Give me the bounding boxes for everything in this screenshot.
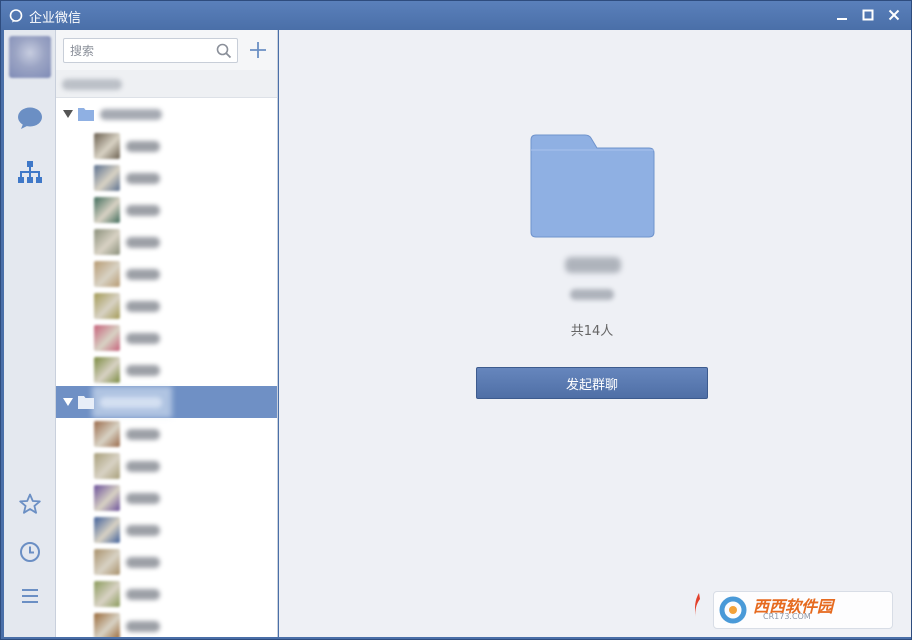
expand-arrow-icon[interactable] — [63, 110, 73, 118]
member-name-redacted — [126, 557, 160, 568]
clock-icon[interactable] — [16, 538, 44, 566]
member-name-redacted — [126, 429, 160, 440]
my-avatar[interactable] — [9, 36, 51, 78]
member-row[interactable] — [56, 194, 277, 226]
member-avatar — [94, 133, 120, 159]
department-row[interactable] — [56, 98, 277, 130]
member-avatar — [94, 197, 120, 223]
flame-icon — [695, 593, 700, 617]
member-name-redacted — [126, 493, 160, 504]
maximize-button[interactable] — [857, 5, 879, 25]
member-name-redacted — [126, 301, 160, 312]
member-row[interactable] — [56, 162, 277, 194]
member-avatar — [94, 613, 120, 637]
wecom-logo-icon — [9, 8, 23, 23]
member-row[interactable] — [56, 578, 277, 610]
department-subtitle-redacted — [570, 289, 614, 300]
member-row[interactable] — [56, 482, 277, 514]
minimize-button[interactable] — [831, 5, 853, 25]
folder-icon — [529, 134, 655, 238]
search-box — [63, 38, 238, 63]
department-title-redacted — [565, 257, 621, 273]
watermark-logo-icon — [719, 596, 747, 624]
star-icon[interactable] — [16, 490, 44, 518]
member-row[interactable] — [56, 290, 277, 322]
member-name-redacted — [126, 333, 160, 344]
folder-icon — [78, 394, 94, 409]
search-input[interactable] — [70, 42, 215, 60]
title-bar: 企业微信 — [1, 1, 911, 30]
member-avatar — [94, 165, 120, 191]
member-avatar — [94, 261, 120, 287]
member-avatar — [94, 357, 120, 383]
member-name-redacted — [126, 173, 160, 184]
watermark-domain: CR173.COM — [763, 612, 811, 621]
member-avatar — [94, 581, 120, 607]
member-name-redacted — [126, 141, 160, 152]
member-row[interactable] — [56, 258, 277, 290]
member-row[interactable] — [56, 418, 277, 450]
member-name-redacted — [126, 269, 160, 280]
search-bar — [56, 30, 277, 70]
department-name-redacted — [100, 397, 162, 408]
left-nav-rail — [4, 30, 56, 637]
department-detail: 共14人 发起群聊 西西软件园 CR173.COM — [279, 30, 911, 637]
org-icon[interactable] — [16, 158, 44, 186]
member-name-redacted — [126, 525, 160, 536]
start-group-chat-button[interactable]: 发起群聊 — [476, 367, 708, 399]
expand-arrow-icon[interactable] — [63, 398, 73, 406]
member-avatar — [94, 549, 120, 575]
company-name-redacted — [62, 79, 122, 90]
member-row[interactable] — [56, 226, 277, 258]
member-name-redacted — [126, 589, 160, 600]
contact-panel — [56, 30, 278, 637]
plus-icon — [250, 42, 266, 58]
company-row[interactable] — [56, 70, 277, 98]
contact-tree — [56, 98, 277, 637]
department-row-selected[interactable] — [56, 386, 277, 418]
watermark: 西西软件园 CR173.COM — [693, 587, 893, 631]
member-name-redacted — [126, 461, 160, 472]
search-icon[interactable] — [216, 43, 232, 59]
folder-icon — [78, 106, 94, 121]
member-avatar — [94, 325, 120, 351]
member-row[interactable] — [56, 354, 277, 386]
member-row[interactable] — [56, 514, 277, 546]
member-avatar — [94, 517, 120, 543]
member-name-redacted — [126, 237, 160, 248]
member-name-redacted — [126, 205, 160, 216]
chat-icon[interactable] — [16, 104, 44, 132]
member-avatar — [94, 229, 120, 255]
member-name-redacted — [126, 621, 160, 632]
app-window: 企业微信 搜索 共14人 发起群聊 西西软件园 CR173.COM — [0, 0, 912, 640]
window-title: 企业微信 — [29, 11, 82, 26]
member-avatar — [94, 485, 120, 511]
add-button[interactable] — [246, 38, 270, 62]
member-avatar — [94, 453, 120, 479]
department-name-redacted — [100, 109, 162, 120]
member-name-redacted — [126, 365, 160, 376]
member-row[interactable] — [56, 450, 277, 482]
member-avatar — [94, 293, 120, 319]
member-row[interactable] — [56, 130, 277, 162]
close-button[interactable] — [883, 5, 905, 25]
member-row[interactable] — [56, 610, 277, 637]
member-avatar — [94, 421, 120, 447]
member-row[interactable] — [56, 322, 277, 354]
member-count: 共14人 — [570, 324, 614, 339]
menu-icon[interactable] — [16, 582, 44, 610]
member-row[interactable] — [56, 546, 277, 578]
